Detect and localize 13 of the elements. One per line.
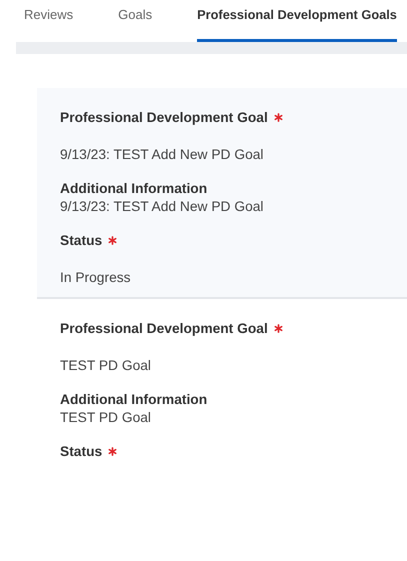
- field-label: Professional Development Goal: [60, 321, 268, 336]
- field-label: Status: [60, 444, 102, 459]
- field-value: In Progress: [60, 270, 132, 285]
- field-value: TEST PD Goal: [60, 358, 152, 373]
- tab[interactable]: Reviews: [24, 0, 74, 42]
- tab[interactable]: Goals: [118, 0, 152, 42]
- field-value: 9/13/23: TEST Add New PD Goal: [60, 199, 264, 214]
- field-value: 9/13/23: TEST Add New PD Goal: [60, 147, 264, 162]
- field-value: TEST PD Goal: [60, 410, 152, 425]
- field-label: Additional Information: [60, 392, 208, 407]
- field-label: Status: [60, 233, 102, 248]
- field-label: Professional Development Goal: [60, 110, 268, 125]
- field-label: Additional Information: [60, 181, 208, 196]
